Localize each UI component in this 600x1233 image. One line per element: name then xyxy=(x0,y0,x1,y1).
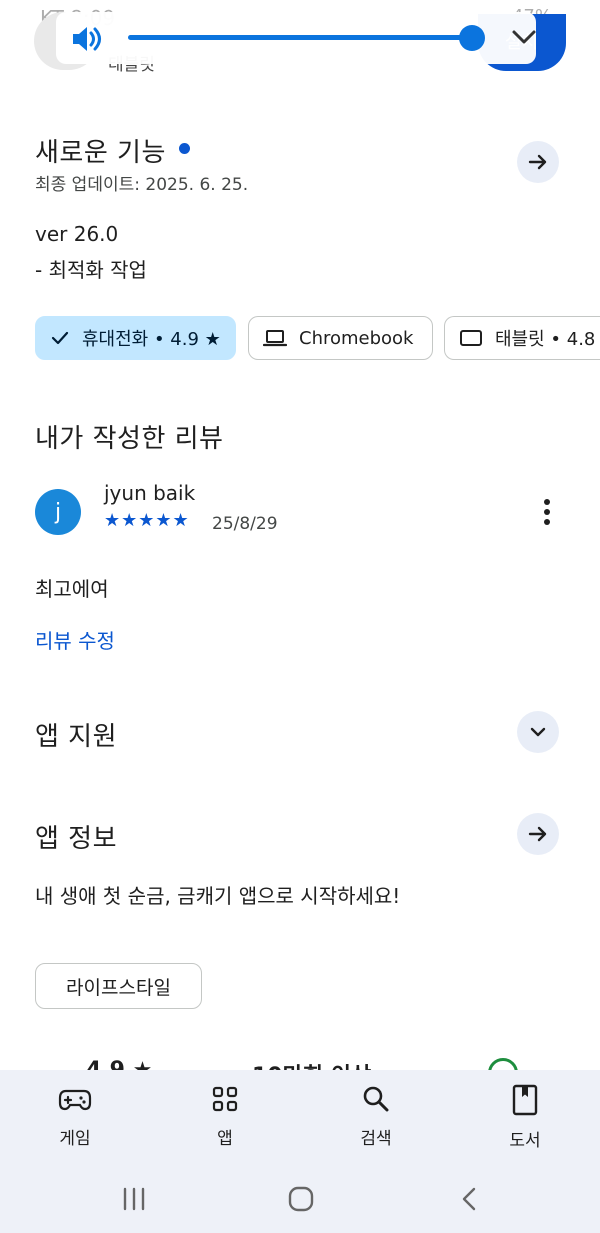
app-description: 내 생애 첫 순금, 금캐기 앱으로 시작하세요! xyxy=(35,884,401,908)
edit-review-link[interactable]: 리뷰 수정 xyxy=(35,625,115,654)
search-icon xyxy=(363,1086,389,1112)
chip-tablet[interactable]: 태블릿 • 4.8 ★ xyxy=(444,316,600,360)
volume-slider-track[interactable] xyxy=(128,35,472,40)
app-support-expand-button[interactable] xyxy=(517,711,559,753)
chip-phone-label: 휴대전화 • 4.9 ★ xyxy=(82,329,221,350)
app-support-title: 앱 지원 xyxy=(35,722,118,752)
home-icon[interactable] xyxy=(287,1186,315,1212)
apps-grid-icon xyxy=(212,1086,238,1112)
nav-books[interactable]: 도서 xyxy=(475,1084,575,1151)
back-icon[interactable] xyxy=(458,1186,482,1212)
category-chip[interactable]: 라이프스타일 xyxy=(35,963,202,1009)
last-updated: 최종 업데이트: 2025. 6. 25. xyxy=(35,175,249,195)
arrow-right-icon xyxy=(528,826,547,842)
speaker-icon[interactable] xyxy=(70,24,102,54)
chip-chromebook[interactable]: Chromebook xyxy=(248,316,433,360)
check-icon xyxy=(51,331,69,345)
update-note: - 최적화 작업 xyxy=(35,258,147,282)
nav-books-label: 도서 xyxy=(509,1131,541,1151)
volume-slider-thumb[interactable] xyxy=(459,25,485,51)
app-info-title: 앱 정보 xyxy=(35,824,118,854)
review-stars: ★★★★★ xyxy=(104,510,190,531)
tablet-icon xyxy=(460,330,482,346)
my-review-heading: 내가 작성한 리뷰 xyxy=(35,424,224,454)
chevron-down-icon[interactable] xyxy=(508,22,540,52)
review-text: 최고에여 xyxy=(35,577,109,601)
laptop-icon xyxy=(263,330,287,347)
chip-tablet-label: 태블릿 • 4.8 ★ xyxy=(495,329,600,350)
app-info-arrow-button[interactable] xyxy=(517,813,559,855)
gamepad-icon xyxy=(58,1089,92,1111)
nav-apps-label: 앱 xyxy=(217,1129,233,1149)
nav-games-label: 게임 xyxy=(59,1129,91,1149)
bottom-nav: 게임 앱 검색 도서 xyxy=(0,1070,600,1233)
arrow-right-icon xyxy=(528,154,547,170)
whats-new-title: 새로운 기능 xyxy=(35,138,166,168)
nav-search-label: 검색 xyxy=(360,1129,392,1149)
nav-search[interactable]: 검색 xyxy=(326,1084,426,1149)
nav-apps[interactable]: 앱 xyxy=(175,1084,275,1149)
avatar: j xyxy=(35,489,81,535)
book-icon xyxy=(512,1084,538,1116)
review-date: 25/8/29 xyxy=(212,514,278,534)
chip-phone[interactable]: 휴대전화 • 4.9 ★ xyxy=(35,316,236,360)
reviewer-name: jyun baik xyxy=(104,481,196,505)
more-vert-icon[interactable] xyxy=(537,497,557,527)
chip-chromebook-label: Chromebook xyxy=(299,327,414,349)
new-indicator-dot xyxy=(179,143,190,154)
whats-new-arrow-button[interactable] xyxy=(517,141,559,183)
category-chip-label: 라이프스타일 xyxy=(66,976,171,999)
version-text: ver 26.0 xyxy=(35,222,119,246)
recent-apps-icon[interactable] xyxy=(120,1186,148,1212)
nav-games[interactable]: 게임 xyxy=(25,1084,125,1149)
chevron-down-icon xyxy=(530,727,546,737)
